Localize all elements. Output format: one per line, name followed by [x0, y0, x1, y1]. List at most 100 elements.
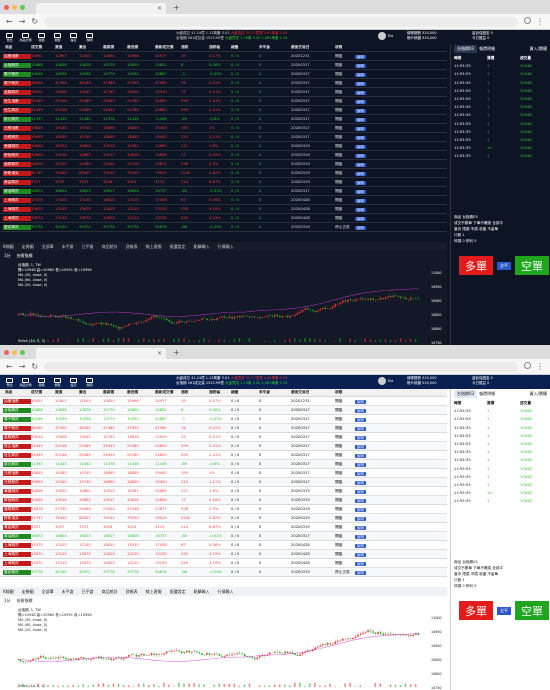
quote-button[interactable]: 報價 [35, 32, 48, 42]
table-row[interactable]: 加權指數 10951 10907 11003 10830 10998 10977 19 0.17… [0, 52, 447, 61]
detail-button[interactable]: 說明 [355, 507, 369, 512]
column-header[interactable]: 成交價 [31, 45, 55, 50]
back-icon[interactable]: ← [6, 362, 13, 371]
detail-button[interactable]: 說明 [355, 153, 369, 158]
bottom-tab[interactable]: 走勢圖 [22, 244, 34, 250]
bottom-tab[interactable]: 全部單 [42, 244, 54, 250]
table-row[interactable]: 道瓊期貨 24878 23740 24569 23424 23748 23877 538 2.3… [0, 160, 447, 169]
indicator-button[interactable]: 技術指標 [17, 253, 33, 259]
tab-options[interactable]: 買入/賣權 [530, 46, 547, 52]
detail-button[interactable]: 說明 [355, 171, 369, 176]
logout-button[interactable]: 登出 [3, 377, 16, 387]
table-row[interactable]: 金融期貨 13024 13008 13042 12752 12816 12919 15 0.11… [0, 88, 447, 97]
new-tab-icon[interactable]: + [173, 3, 180, 12]
close-window-icon[interactable] [4, 4, 9, 10]
category-button[interactable]: 商品分類 [19, 32, 32, 42]
order-field[interactable]: 停損 0 停利 0 [454, 238, 550, 244]
detail-button[interactable]: 說明 [355, 225, 369, 230]
detail-button[interactable]: 說明 [355, 81, 369, 86]
column-header[interactable]: 未平倉 [259, 45, 291, 50]
tab-options[interactable]: 買入/賣權 [530, 391, 547, 397]
tab-product[interactable]: 台指期03 [454, 45, 478, 53]
table-row[interactable]: 道瓊期貨 24878 23740 24569 23424 23748 23877 538 2.3… [0, 505, 447, 514]
bottom-tab[interactable]: 全部單 [42, 589, 54, 595]
table-row[interactable]: 台指期貨 10886 10836 10878 10779 10850 10851 6 0.06%… [0, 61, 447, 70]
bottom-tab[interactable]: 線上客服 [146, 589, 162, 595]
type-button[interactable]: 類型 [51, 377, 64, 387]
detail-button[interactable]: 說明 [355, 489, 369, 494]
reload-icon[interactable]: ↻ [31, 17, 38, 26]
detail-button[interactable]: 說明 [355, 207, 369, 212]
detail-button[interactable]: 說明 [355, 444, 369, 449]
detail-button[interactable]: 說明 [355, 108, 369, 113]
column-header[interactable]: 漲跌幅 [209, 390, 231, 395]
table-row[interactable]: 電子期貨 10946 10936 10958 10779 10950 10887 -3 -0.0… [0, 70, 447, 79]
sell-button[interactable]: 空單 [515, 256, 549, 275]
back-icon[interactable]: ← [6, 17, 13, 26]
profile-icon[interactable] [524, 362, 531, 369]
profile-icon[interactable] [524, 17, 531, 24]
column-header[interactable]: 商品 [3, 45, 31, 50]
table-row[interactable]: 電子期貨 10946 10936 10958 10779 10950 10887 -3 -0.0… [0, 415, 447, 424]
table-row[interactable]: 歐元期貨 11397 11445 11462 11378 11446 11446 -69 -0.… [0, 115, 447, 124]
column-header[interactable]: 最後交易日 [291, 390, 335, 395]
bottom-tab[interactable]: 商品統計 [102, 244, 118, 250]
bottom-tab[interactable]: 對帳表 [126, 589, 138, 595]
detail-button[interactable]: 說明 [355, 498, 369, 503]
table-row[interactable]: 上海期貨 17075 17020 17140 16810 17010 17008 67 0.36… [0, 196, 447, 205]
detail-button[interactable]: 說明 [355, 561, 369, 566]
table-row[interactable]: 恆生指數 25449 25148 25469 24943 24780 24850 599 2.4… [0, 442, 447, 451]
detail-button[interactable]: 說明 [355, 543, 369, 548]
detail-button[interactable]: 說明 [355, 99, 369, 104]
column-header[interactable]: 買進 [55, 390, 79, 395]
column-header[interactable]: 最高價 [103, 390, 127, 395]
bottom-tab[interactable]: 已平倉 [82, 244, 94, 250]
table-row[interactable]: 富定期貨 39778 40100 40472 39778 39778 30876 -98 -0.… [0, 568, 447, 577]
table-row[interactable]: 那斯達克 81757 79440 82007 79142 79150 79515 2242 2.… [0, 514, 447, 523]
column-header[interactable]: 賣出 [79, 45, 103, 50]
column-header[interactable]: 最高價 [103, 45, 127, 50]
detail-button[interactable]: 說明 [355, 72, 369, 77]
detail-button[interactable]: 說明 [355, 534, 369, 539]
forward-icon[interactable]: → [19, 17, 26, 26]
table-row[interactable]: 日經指數 19845 19180 19740 18890 18859 19450 195 1% 0… [0, 469, 447, 478]
table-row[interactable]: 恆生期貨 25449 25148 25469 24943 24780 24850 599 2.4… [0, 106, 447, 115]
url-input[interactable] [44, 361, 518, 372]
order-field[interactable]: 停損 0 停利 0 [454, 583, 550, 589]
detail-button[interactable]: 說明 [355, 471, 369, 476]
table-row[interactable]: 金融期貨 13024 13008 13042 12752 12816 12919 15 0.11… [0, 433, 447, 442]
detail-button[interactable]: 說明 [355, 63, 369, 68]
bottom-tab[interactable]: 線上客服 [146, 244, 162, 250]
timeframe-select[interactable]: 1分 [4, 598, 11, 604]
column-header[interactable]: 商品 [3, 390, 31, 395]
column-header[interactable]: 最後交易日 [291, 45, 335, 50]
close-tab-icon[interactable]: ✕ [157, 350, 162, 357]
column-header[interactable]: 成交價 [31, 390, 55, 395]
detail-button[interactable]: 說明 [355, 552, 369, 557]
column-header[interactable]: 未平倉 [259, 390, 291, 395]
detail-button[interactable]: 說明 [355, 198, 369, 203]
timeframe-select[interactable]: 1分 [4, 253, 11, 259]
column-header[interactable]: 總量 [231, 45, 259, 50]
quote-button[interactable]: 報價 [35, 377, 48, 387]
table-row[interactable]: 黃金期貨 3327 3037 3337 3026 3024 3113 214 6.87% 0 / … [0, 523, 447, 532]
column-header[interactable]: 漲跌 [181, 390, 209, 395]
detail-button[interactable]: 說明 [355, 189, 369, 194]
table-row[interactable]: 黃金期貨 3327 3037 3337 3026 3024 3113 214 6.87% 0 / … [0, 178, 447, 187]
bottom-tab[interactable]: 對帳表 [126, 244, 138, 250]
detail-button[interactable]: 說明 [355, 180, 369, 185]
detail-button[interactable]: 說明 [355, 162, 369, 167]
category-button[interactable]: 商品分類 [19, 377, 32, 387]
detail-button[interactable]: 說明 [355, 408, 369, 413]
help-button[interactable]: 說明 [83, 32, 96, 42]
forward-icon[interactable]: → [19, 362, 26, 371]
column-header[interactable]: 最新成交價 [155, 390, 181, 395]
bottom-tab[interactable]: 行情輸入 [218, 244, 234, 250]
bottom-tab[interactable]: 點擊輸入 [194, 589, 210, 595]
browser-tab[interactable]: ✕ [36, 348, 166, 359]
menu-icon[interactable]: ⋮ [536, 362, 544, 371]
table-row[interactable]: 那斯達克 81757 79440 82007 79142 79150 79515 2242 2.… [0, 169, 447, 178]
bottom-tab[interactable]: 振盪設定 [170, 589, 186, 595]
menu-icon[interactable]: ⋮ [536, 17, 544, 26]
new-tab-icon[interactable]: + [173, 348, 180, 357]
